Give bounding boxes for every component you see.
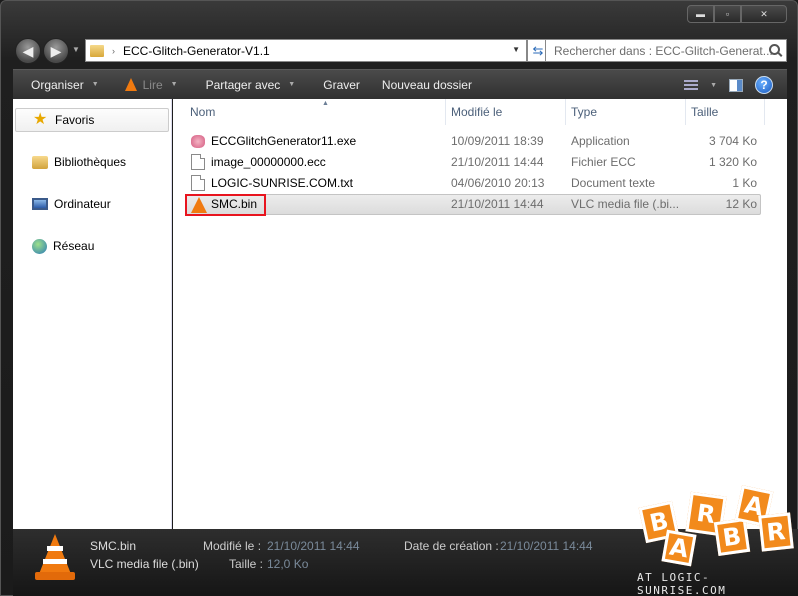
nouveau-dossier-button[interactable]: Nouveau dossier [370,70,482,99]
maximize-button[interactable]: ▫ [714,5,741,23]
network-icon [32,238,47,254]
file-size: 1 320 Ko [708,155,757,169]
views-dropdown-icon[interactable]: ▼ [710,82,717,89]
help-icon[interactable]: ? [755,76,773,94]
watermark-logo: B A R B A R [634,480,798,574]
details-modified-label: Modifié le : [203,539,262,553]
exe-icon [191,135,205,148]
file-modified: 21/10/2011 14:44 [451,197,544,211]
star-icon: ★ [33,111,48,128]
file-row[interactable]: image_00000000.ecc 21/10/2011 14:44 Fich… [185,152,761,173]
refresh-icon: ⇆ [532,42,544,58]
details-created-label: Date de création : [404,539,499,553]
search-placeholder: Rechercher dans : ECC-Glitch-Generat... [554,43,773,58]
vlc-icon [124,78,137,91]
change-view-icon[interactable] [684,79,699,91]
file-name: LOGIC-SUNRISE.COM.txt [211,176,354,190]
file-name: image_00000000.ecc [211,155,326,169]
details-size-value: 12,0 Ko [267,557,309,571]
sort-ascending-icon: ▲ [322,100,329,107]
arrow-right-icon: ▶ [50,42,62,59]
breadcrumb-folder[interactable]: ECC-Glitch-Generator-V1.1 [123,44,270,58]
details-file-type: VLC media file (.bin) [90,557,199,571]
sidebar-item-bibliotheques[interactable]: Bibliothèques [13,150,170,174]
column-header-type[interactable]: Type [565,99,686,125]
file-modified: 21/10/2011 14:44 [451,155,544,169]
file-modified: 04/06/2010 20:13 [451,176,545,190]
logo-letter: B [713,517,751,557]
address-dropdown-icon[interactable]: ▼ [512,45,520,54]
details-file-name: SMC.bin [90,539,137,553]
file-type: VLC media file (.bi... [571,197,680,211]
breadcrumb-separator-icon[interactable]: › [112,46,115,56]
lire-label: Lire [142,77,163,92]
address-bar[interactable]: › ECC-Glitch-Generator-V1.1 ▼ [85,39,527,62]
sidebar-item-ordinateur[interactable]: Ordinateur [13,192,170,216]
column-header-modified[interactable]: Modifié le [445,99,566,125]
file-size: 12 Ko [725,197,757,211]
sidebar-item-label: Bibliothèques [54,155,127,169]
logo-letter: R [758,512,794,552]
navigation-bar: ◀ ▶ ▼ › ECC-Glitch-Generator-V1.1 ▼ ⇆ Re… [15,37,787,65]
close-button[interactable]: ✕ [741,5,787,23]
sidebar-item-reseau[interactable]: Réseau [13,234,170,258]
logo-letter: A [661,529,697,567]
navigation-pane: ★ Favoris Bibliothèques Ordinateur Résea… [13,99,172,529]
sidebar-item-label: Réseau [53,239,95,253]
chevron-down-icon: ▼ [288,81,296,88]
toolbar-right: ▼ ? [684,76,773,94]
minimize-button[interactable]: ▬ [687,5,714,23]
watermark-caption: AT LOGIC-SUNRISE.COM [637,571,727,596]
computer-icon [32,198,48,210]
command-bar: Organiser ▼ Lire ▼ Partager avec ▼ Grave… [13,69,787,99]
sidebar-item-favoris[interactable]: ★ Favoris [15,108,169,132]
file-name: ECCGlitchGenerator11.exe [211,134,357,148]
file-list: Nom ▲ Modifié le Type Taille ECCGlitchGe… [173,99,787,529]
file-size: 1 Ko [732,176,757,190]
file-type: Application [571,134,630,148]
forward-button[interactable]: ▶ [43,38,69,64]
lire-button[interactable]: Lire ▼ [109,70,188,99]
chevron-down-icon: ▼ [91,81,99,88]
partager-button[interactable]: Partager avec ▼ [188,70,306,99]
file-size: 3 704 Ko [708,134,757,148]
column-header-size[interactable]: Taille [685,99,765,125]
folder-icon [90,44,104,57]
details-modified-value: 21/10/2011 14:44 [267,539,360,553]
back-button[interactable]: ◀ [15,38,41,64]
text-file-icon [191,175,205,191]
highlight-annotation [185,194,266,216]
organiser-label: Organiser [31,77,84,92]
preview-pane-icon[interactable] [729,78,743,92]
chevron-down-icon: ▼ [170,81,178,88]
file-modified: 10/09/2011 18:39 [451,134,544,148]
search-icon[interactable] [769,44,780,55]
vlc-cone-icon [35,534,75,580]
file-icon [191,154,205,170]
file-row[interactable]: ECCGlitchGenerator11.exe 10/09/2011 18:3… [185,131,761,152]
partager-label: Partager avec [205,77,281,92]
details-created-value: 21/10/2011 14:44 [500,539,593,553]
search-input[interactable]: Rechercher dans : ECC-Glitch-Generat... [545,39,787,62]
arrow-left-icon: ◀ [22,42,34,59]
column-header-name[interactable]: Nom ▲ [184,99,446,125]
graver-button[interactable]: Graver [305,70,370,99]
file-row-selected[interactable]: SMC.bin 21/10/2011 14:44 VLC media file … [185,194,761,215]
recent-pages-dropdown[interactable]: ▼ [72,45,80,54]
sidebar-item-label: Ordinateur [54,197,111,211]
file-type: Fichier ECC [571,155,636,169]
libraries-icon [32,155,48,169]
file-row[interactable]: LOGIC-SUNRISE.COM.txt 04/06/2010 20:13 D… [185,173,761,194]
caption-buttons: ▬ ▫ ✕ [687,5,787,23]
details-size-label: Taille : [229,557,264,571]
sidebar-item-label: Favoris [55,113,95,127]
file-type: Document texte [571,176,656,190]
organiser-button[interactable]: Organiser ▼ [13,70,109,99]
